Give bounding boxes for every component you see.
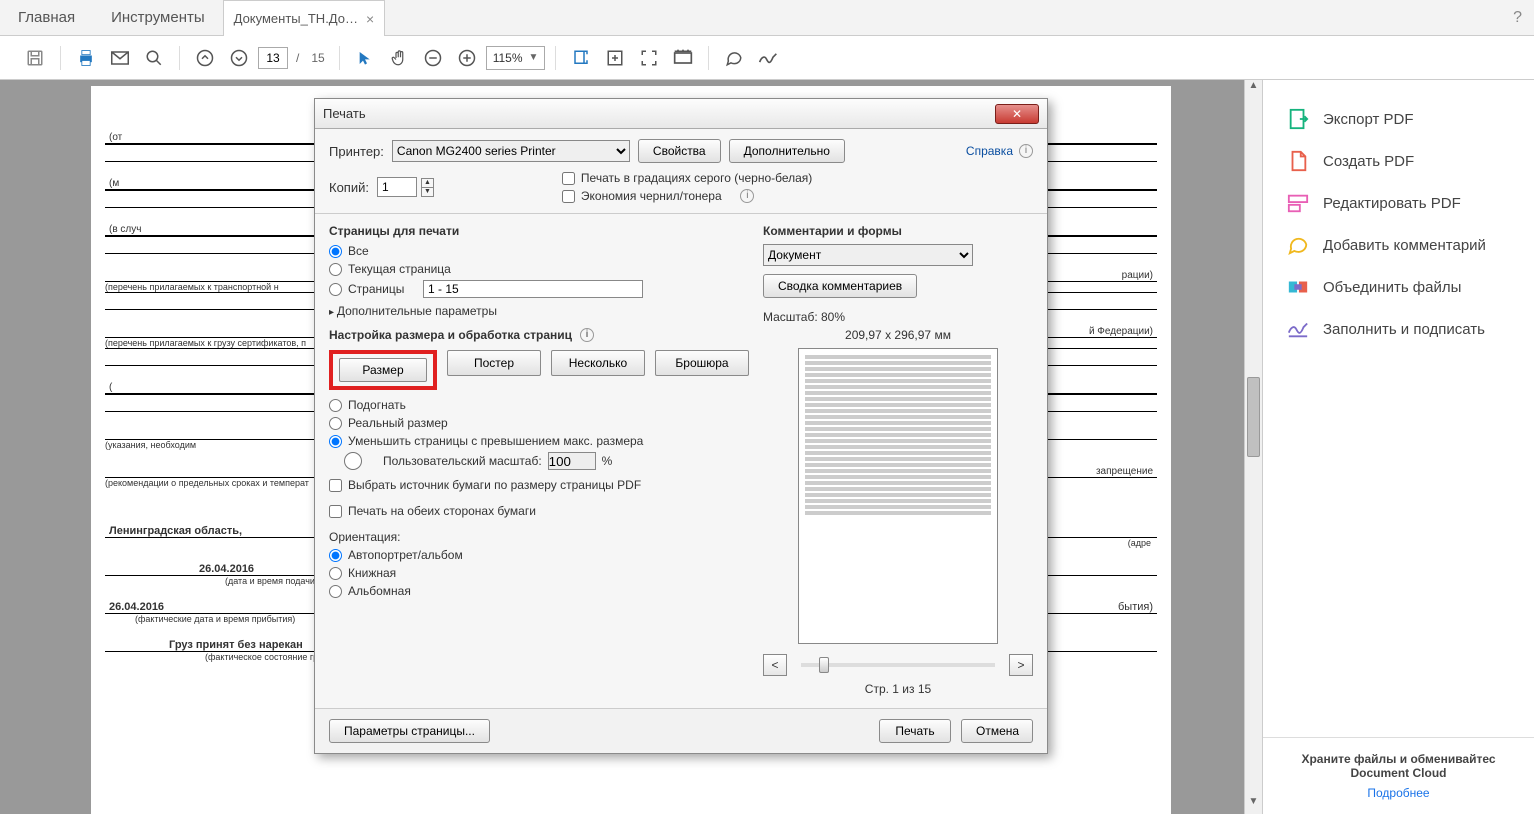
fit-width-icon[interactable] xyxy=(566,43,596,73)
printer-label: Принтер: xyxy=(329,144,384,159)
printer-select[interactable]: Canon MG2400 series Printer xyxy=(392,140,630,162)
page-down-icon[interactable] xyxy=(224,43,254,73)
sidebar-edit-pdf[interactable]: Редактировать PDF xyxy=(1269,182,1528,224)
help-link[interactable]: Справка xyxy=(966,144,1013,158)
fullscreen-icon[interactable] xyxy=(634,43,664,73)
scroll-up-icon[interactable]: ▲ xyxy=(1245,80,1262,98)
orientation-label: Ориентация: xyxy=(329,530,749,544)
radio-actual[interactable]: Реальный размер xyxy=(329,416,749,430)
dialog-title: Печать xyxy=(323,106,366,121)
tab-tools[interactable]: Инструменты xyxy=(93,0,223,35)
pages-section-title: Страницы для печати xyxy=(329,224,749,238)
zoom-out-icon[interactable] xyxy=(418,43,448,73)
multiple-button[interactable]: Несколько xyxy=(551,350,645,376)
preview-next-button[interactable]: > xyxy=(1009,654,1033,676)
page-number-input[interactable] xyxy=(258,47,288,69)
scroll-down-icon[interactable]: ▼ xyxy=(1245,796,1262,814)
cancel-button[interactable]: Отмена xyxy=(961,719,1033,743)
tab-bar: Главная Инструменты Документы_ТН.До… × ? xyxy=(0,0,1534,36)
comments-summary-button[interactable]: Сводка комментариев xyxy=(763,274,917,298)
print-dialog: Печать ✕ Принтер: Canon MG2400 series Pr… xyxy=(314,98,1048,754)
zoom-select[interactable]: 115%▼ xyxy=(486,46,546,70)
page-total: 15 xyxy=(307,51,328,65)
info-icon[interactable]: i xyxy=(580,328,594,342)
page-up-icon[interactable] xyxy=(190,43,220,73)
sidebar-more-link[interactable]: Подробнее xyxy=(1273,786,1524,800)
page-setup-button[interactable]: Параметры страницы... xyxy=(329,719,490,743)
scroll-thumb[interactable] xyxy=(1247,377,1260,457)
radio-page-range[interactable]: Страницы xyxy=(329,280,749,298)
dialog-close-button[interactable]: ✕ xyxy=(995,104,1039,124)
copies-up[interactable]: ▲ xyxy=(422,179,433,188)
custom-scale-input[interactable] xyxy=(548,452,596,470)
tab-document[interactable]: Документы_ТН.До… × xyxy=(223,0,386,36)
scale-label: Масштаб: 80% xyxy=(763,310,1033,324)
print-button[interactable]: Печать xyxy=(879,719,951,743)
copies-label: Копий: xyxy=(329,180,369,195)
tab-home[interactable]: Главная xyxy=(0,0,93,35)
comments-select[interactable]: Документ xyxy=(763,244,973,266)
sidebar-export-pdf[interactable]: Экспорт PDF xyxy=(1269,98,1528,140)
comments-section-title: Комментарии и формы xyxy=(763,224,1033,238)
radio-all-pages[interactable]: Все xyxy=(329,244,749,258)
preview-page-label: Стр. 1 из 15 xyxy=(763,682,1033,696)
sidebar-footer: Храните файлы и обменивайтесDocument Clo… xyxy=(1263,737,1534,814)
radio-auto-orient[interactable]: Автопортрет/альбом xyxy=(329,548,749,562)
tab-close-icon[interactable]: × xyxy=(366,11,374,27)
copies-input[interactable] xyxy=(377,177,417,197)
chevron-down-icon: ▼ xyxy=(529,52,539,63)
print-preview xyxy=(798,348,998,644)
fit-page-icon[interactable] xyxy=(600,43,630,73)
zoom-in-icon[interactable] xyxy=(452,43,482,73)
size-button[interactable]: Размер xyxy=(339,358,427,382)
sidebar-create-pdf[interactable]: Создать PDF xyxy=(1269,140,1528,182)
print-icon[interactable] xyxy=(71,43,101,73)
more-params-expander[interactable]: Дополнительные параметры xyxy=(329,304,749,318)
info-icon[interactable]: i xyxy=(740,189,754,203)
sidebar-fill-sign[interactable]: Заполнить и подписать xyxy=(1269,308,1528,350)
sidebar-add-comment[interactable]: Добавить комментарий xyxy=(1269,224,1528,266)
copies-down[interactable]: ▼ xyxy=(422,188,433,196)
duplex-checkbox[interactable]: Печать на обеих сторонах бумаги xyxy=(329,504,749,518)
page-dimensions: 209,97 x 296,97 мм xyxy=(763,328,1033,342)
read-mode-icon[interactable] xyxy=(668,43,698,73)
radio-current-page[interactable]: Текущая страница xyxy=(329,262,749,276)
help-icon[interactable]: ? xyxy=(1501,0,1534,35)
tab-document-label: Документы_ТН.До… xyxy=(234,11,358,26)
radio-custom-scale[interactable]: Пользовательский масштаб:% xyxy=(329,452,749,470)
paper-source-checkbox[interactable]: Выбрать источник бумаги по размеру стран… xyxy=(329,478,749,492)
preview-slider[interactable] xyxy=(801,663,995,667)
radio-shrink[interactable]: Уменьшить страницы с превышением макс. р… xyxy=(329,434,749,448)
booklet-button[interactable]: Брошюра xyxy=(655,350,749,376)
advanced-button[interactable]: Дополнительно xyxy=(729,139,845,163)
hand-tool-icon[interactable] xyxy=(384,43,414,73)
radio-portrait[interactable]: Книжная xyxy=(329,566,749,580)
tools-sidebar: Экспорт PDF Создать PDF Редактировать PD… xyxy=(1262,80,1534,814)
save-icon[interactable] xyxy=(20,43,50,73)
poster-button[interactable]: Постер xyxy=(447,350,541,376)
page-range-input[interactable] xyxy=(423,280,643,298)
size-highlight: Размер xyxy=(329,350,437,390)
sign-icon[interactable] xyxy=(753,43,783,73)
email-icon[interactable] xyxy=(105,43,135,73)
search-icon[interactable] xyxy=(139,43,169,73)
slider-thumb[interactable] xyxy=(819,657,829,673)
toolbar: / 15 115%▼ xyxy=(0,36,1534,80)
properties-button[interactable]: Свойства xyxy=(638,139,721,163)
radio-landscape[interactable]: Альбомная xyxy=(329,584,749,598)
comment-icon[interactable] xyxy=(719,43,749,73)
radio-fit[interactable]: Подогнать xyxy=(329,398,749,412)
preview-prev-button[interactable]: < xyxy=(763,654,787,676)
sidebar-combine-files[interactable]: Объединить файлы xyxy=(1269,266,1528,308)
page-sep: / xyxy=(292,51,303,65)
select-tool-icon[interactable] xyxy=(350,43,380,73)
eco-checkbox[interactable]: Экономия чернил/тонера i xyxy=(562,189,812,203)
dialog-titlebar: Печать ✕ xyxy=(315,99,1047,129)
grayscale-checkbox[interactable]: Печать в градациях серого (черно-белая) xyxy=(562,171,812,185)
vertical-scrollbar[interactable]: ▲ ▼ xyxy=(1244,80,1262,814)
info-icon[interactable]: i xyxy=(1019,144,1033,158)
